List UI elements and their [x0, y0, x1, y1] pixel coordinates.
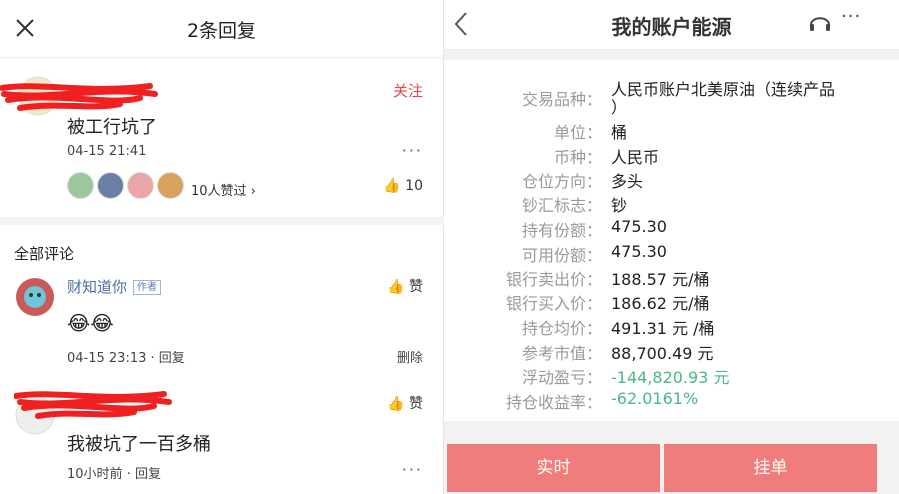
account-panel: 我的账户能源 ··· 交易品种： 人民币账户北美原油（连续产品 ） 单位： 桶 …: [444, 0, 899, 494]
detail-label: 参考市值：: [521, 344, 602, 363]
replies-header: 2条回复: [0, 0, 443, 58]
more-icon[interactable]: ···: [841, 6, 861, 27]
detail-value: 491.31 元 /桶: [611, 319, 715, 338]
like-count: 10: [405, 178, 423, 194]
comment-meta[interactable]: 04-15 23:13 · 回复: [67, 347, 185, 366]
post-content: 被工行坑了: [67, 117, 157, 138]
comment-content: 😂😂: [67, 311, 114, 335]
detail-value: 多头: [611, 172, 644, 191]
detail-label: 持仓均价：: [521, 319, 602, 338]
detail-label: 持仓收益率：: [505, 393, 602, 412]
detail-row: 可用份额： 475.30: [444, 242, 899, 266]
comment-content: 我被坑了一百多桶: [67, 434, 211, 455]
all-comments-title: 全部评论: [14, 245, 75, 263]
likes-summary-link[interactable]: 10人赞过 ›: [191, 180, 256, 199]
detail-label: 浮动盈亏：: [521, 368, 602, 387]
like-button[interactable]: 👍 赞: [387, 276, 423, 296]
like-label: 赞: [409, 396, 423, 412]
detail-row: 参考市值： 88,700.49 元: [444, 340, 899, 364]
more-icon[interactable]: ···: [402, 141, 423, 160]
detail-label: 可用份额：: [521, 246, 602, 265]
redaction-scribble: [14, 391, 172, 419]
detail-row: 持仓均价： 491.31 元 /桶: [444, 315, 899, 339]
thumb-up-icon: 👍: [387, 279, 405, 295]
detail-value: 88,700.49 元: [611, 344, 714, 363]
like-button[interactable]: 👍 赞: [387, 393, 423, 413]
detail-label: 银行卖出价：: [505, 270, 602, 289]
author-badge: 作者: [133, 280, 162, 295]
thumb-up-icon: 👍: [387, 396, 405, 412]
detail-row: 单位： 桶: [444, 119, 899, 143]
detail-value: 475.30: [611, 242, 667, 261]
replies-panel: 2条回复 关注 被工行坑了 04-15 21:41 ··· 10人赞过 › 👍 …: [0, 0, 444, 494]
detail-value: -144,820.93 元: [611, 368, 730, 387]
detail-row: 持仓收益率： -62.0161%: [444, 389, 899, 413]
realtime-button[interactable]: 实时: [447, 444, 660, 492]
detail-row: 银行买入价： 186.62 元/桶: [444, 290, 899, 314]
detail-value: ）: [611, 98, 628, 117]
detail-label: 单位：: [553, 123, 602, 142]
detail-label: 持有份额：: [521, 221, 602, 240]
like-button[interactable]: 👍 10: [383, 178, 423, 194]
comment-meta[interactable]: 10小时前 · 回复: [67, 463, 161, 482]
headset-icon[interactable]: [808, 11, 832, 33]
detail-value: 人民币: [611, 148, 660, 167]
post-timestamp: 04-15 21:41: [67, 144, 147, 159]
avatar: [127, 172, 154, 199]
follow-button[interactable]: 关注: [393, 80, 423, 101]
username[interactable]: 财知道你: [67, 278, 127, 296]
detail-label: 仓位方向：: [521, 172, 602, 191]
divider: [444, 50, 899, 60]
detail-value: 188.57 元/桶: [611, 270, 710, 289]
replies-title: 2条回复: [186, 20, 257, 42]
detail-value: -62.0161%: [611, 389, 699, 408]
detail-row: 钞汇标志： 钞: [444, 192, 899, 216]
detail-label: 钞汇标志：: [521, 196, 602, 215]
more-icon[interactable]: ···: [402, 460, 423, 479]
pending-order-button[interactable]: 挂单: [664, 444, 877, 492]
detail-value: 475.30: [611, 217, 667, 236]
detail-row: 持有份额： 475.30: [444, 217, 899, 241]
like-label: 赞: [409, 279, 423, 295]
avatar[interactable]: [15, 277, 55, 317]
detail-label: 银行买入价：: [505, 294, 602, 313]
avatar: [67, 172, 94, 199]
redaction-scribble: [0, 83, 158, 111]
comment-username[interactable]: 财知道你 作者: [67, 276, 162, 297]
divider: [0, 217, 444, 225]
detail-row: 浮动盈亏： -144,820.93 元: [444, 364, 899, 388]
detail-label: 币种：: [553, 148, 602, 167]
action-bar: 实时 挂单: [444, 421, 899, 494]
detail-row: 仓位方向： 多头: [444, 168, 899, 192]
thumb-up-icon: 👍: [383, 178, 401, 194]
detail-value: 186.62 元/桶: [611, 294, 710, 313]
delete-button[interactable]: 删除: [397, 347, 423, 366]
detail-value: 桶: [611, 123, 628, 142]
detail-row: 银行卖出价： 188.57 元/桶: [444, 266, 899, 290]
avatar: [97, 172, 124, 199]
detail-row: 币种： 人民币: [444, 144, 899, 168]
avatar: [157, 172, 184, 199]
detail-value: 钞: [611, 196, 628, 215]
account-header: 我的账户能源 ···: [444, 0, 899, 50]
detail-row: ）: [444, 94, 899, 118]
